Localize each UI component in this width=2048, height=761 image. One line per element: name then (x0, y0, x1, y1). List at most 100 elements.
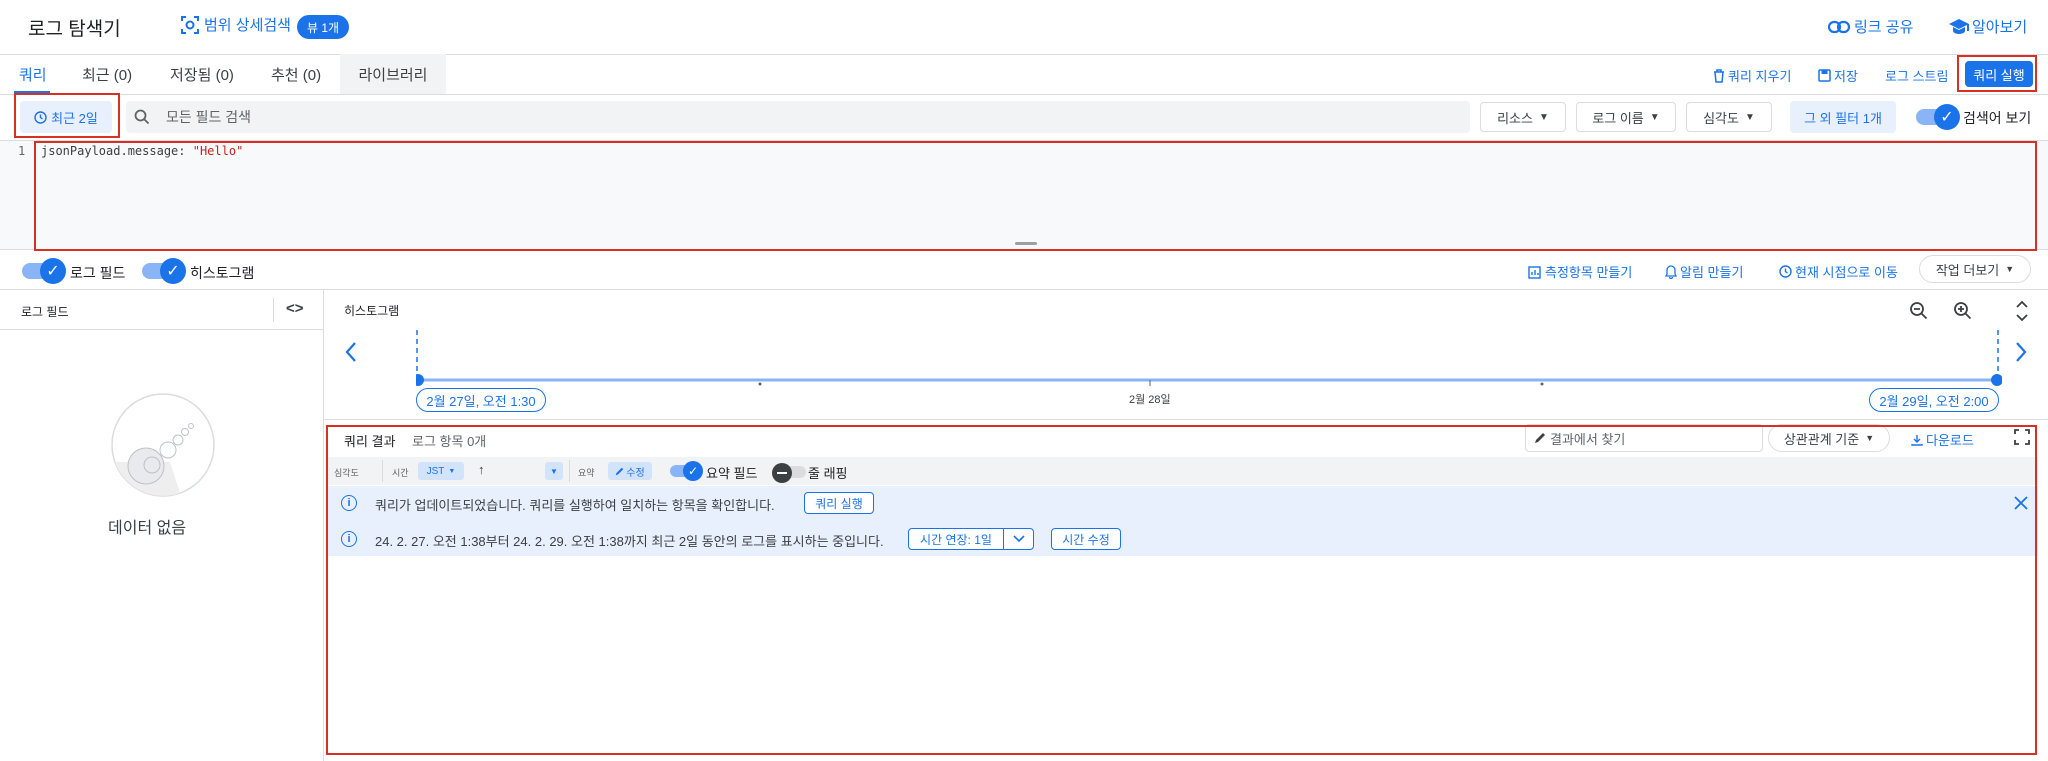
tab-recent-label: 최근 (0) (82, 66, 133, 84)
notice-time-range-text: 24. 2. 27. 오전 1:38부터 24. 2. 29. 오전 1:38까… (375, 534, 884, 549)
create-metric-button[interactable]: 측정항목 만들기 (1528, 262, 1632, 281)
col-time: 시간 (392, 468, 409, 478)
log-name-dropdown[interactable]: 로그 이름 ▼ (1576, 102, 1676, 132)
time-range-button[interactable]: 최근 2일 (20, 101, 112, 133)
severity-dropdown[interactable]: 심각도 ▼ (1686, 102, 1772, 132)
empty-state-illustration (110, 392, 216, 501)
show-query-label: 검색어 보기 (1963, 110, 2032, 126)
check-icon: ✓ (160, 258, 186, 284)
pencil-icon (615, 467, 624, 476)
severity-label: 심각도 (1703, 110, 1739, 126)
timezone-label: JST (426, 465, 445, 477)
add-chart-icon (1528, 265, 1542, 279)
log-fields-panel-title: 로그 필드 (21, 305, 69, 319)
summary-fields-label: 요약 필드 (706, 466, 758, 481)
resource-dropdown[interactable]: 리소스 ▼ (1480, 102, 1566, 132)
share-link-label: 링크 공유 (1854, 19, 1914, 36)
check-icon: ✓ (1934, 104, 1960, 130)
zoom-in-icon[interactable] (1953, 301, 1973, 324)
extend-time-button[interactable]: 시간 연장: 1일 (908, 528, 1034, 550)
learn-button[interactable]: 알아보기 (1948, 16, 2027, 37)
query-editor[interactable] (0, 140, 2048, 250)
line-number: 1 (18, 144, 26, 158)
clear-query-button[interactable]: 쿼리 지우기 (1713, 66, 1791, 85)
histogram-next-icon[interactable] (2014, 341, 2028, 366)
time-column-menu[interactable]: ▼ (545, 462, 563, 480)
more-actions-button[interactable]: 작업 더보기 ▼ (1919, 255, 2031, 283)
scope-search-button[interactable]: 범위 상세검색 (180, 14, 291, 35)
line-wrap-toggle[interactable] (772, 463, 806, 483)
close-notice-icon[interactable] (2013, 495, 2029, 514)
tab-library[interactable]: 라이브러리 (340, 54, 446, 94)
tab-suggested[interactable]: 추천 (0) (271, 54, 321, 94)
app-title: 로그 탐색기 (28, 19, 121, 40)
resource-label: 리소스 (1497, 110, 1533, 126)
jump-to-now-label: 현재 시점으로 이동 (1795, 265, 1898, 280)
zoom-out-icon[interactable] (1909, 301, 1929, 324)
edit-time-button[interactable]: 시간 수정 (1051, 528, 1121, 550)
tab-recent[interactable]: 최근 (0) (82, 54, 132, 94)
query-text[interactable]: jsonPayload.message: "Hello" (41, 144, 243, 158)
col-severity: 심각도 (334, 468, 359, 478)
log-name-label: 로그 이름 (1592, 110, 1644, 126)
download-button[interactable]: 다운로드 (1911, 430, 1974, 449)
tab-query-label: 쿼리 (19, 66, 47, 84)
check-icon: ✓ (683, 461, 703, 481)
save-button[interactable]: 저장 (1818, 66, 1858, 85)
tab-saved[interactable]: 저장됨 (0) (170, 54, 234, 94)
results-count: 로그 항목 0개 (412, 434, 487, 449)
histogram-prev-icon[interactable] (344, 341, 358, 366)
scope-icon (180, 15, 200, 35)
editor-resize-handle[interactable] (1015, 242, 1037, 245)
code-toggle-icon[interactable]: <> (286, 300, 304, 317)
school-icon (1948, 18, 1970, 36)
sort-dropdown[interactable]: 상관관계 기준 ▼ (1768, 424, 1890, 452)
pencil-icon (1534, 432, 1546, 444)
clear-query-label: 쿼리 지우기 (1728, 69, 1792, 84)
share-link-button[interactable]: 링크 공유 (1828, 16, 1913, 37)
histogram-end-chip[interactable]: 2월 29일, 오전 2:00 (1869, 388, 1999, 412)
view-badge[interactable]: 뷰 1개 (297, 15, 350, 39)
check-icon: ✓ (40, 258, 66, 284)
empty-state-text: 데이터 없음 (108, 520, 187, 537)
clock-icon (1779, 265, 1792, 278)
histogram-start-chip[interactable]: 2월 27일, 오전 1:30 (416, 388, 546, 412)
histogram-toggle-label: 히스토그램 (190, 265, 255, 281)
sort-ascending-icon[interactable]: ↑ (478, 462, 485, 477)
timezone-dropdown[interactable]: JST ▼ (418, 462, 464, 480)
show-query-toggle[interactable]: ✓ (1916, 104, 1960, 130)
stream-logs-button[interactable]: 로그 스트림 (1885, 66, 1948, 85)
caret-down-icon: ▼ (1538, 111, 1549, 123)
extend-time-label: 시간 연장: 1일 (920, 532, 992, 547)
link-icon (1828, 20, 1850, 34)
learn-label: 알아보기 (1972, 19, 2028, 36)
other-filters-button[interactable]: 그 외 필터 1개 (1790, 101, 1896, 133)
find-in-results-placeholder: 결과에서 찾기 (1550, 431, 1626, 447)
save-label: 저장 (1834, 69, 1858, 84)
notice-query-updated-text: 쿼리가 업데이트되었습니다. 쿼리를 실행하여 일치하는 항목을 확인합니다. (375, 498, 775, 513)
caret-down-icon: ▼ (2005, 264, 2015, 274)
tab-query[interactable]: 쿼리 (19, 54, 47, 94)
histogram-toggle[interactable]: ✓ (142, 258, 186, 284)
create-alert-label: 알림 만들기 (1680, 265, 1744, 280)
chevron-down-icon[interactable] (1003, 529, 1033, 549)
run-query-button[interactable]: 쿼리 실행 (1965, 61, 2033, 87)
fullscreen-icon[interactable] (2014, 429, 2030, 448)
create-alert-button[interactable]: 알림 만들기 (1665, 262, 1743, 281)
expand-collapse-icon[interactable] (2015, 300, 2029, 325)
tab-saved-label: 저장됨 (0) (170, 66, 234, 84)
find-in-results-input[interactable]: 결과에서 찾기 (1525, 424, 1763, 452)
info-icon: i (341, 531, 357, 547)
info-icon: i (341, 495, 357, 511)
log-fields-toggle[interactable]: ✓ (22, 258, 66, 284)
create-metric-label: 측정항목 만들기 (1545, 265, 1633, 280)
notice-run-query-button[interactable]: 쿼리 실행 (804, 492, 874, 514)
summary-fields-toggle[interactable]: ✓ (670, 461, 703, 481)
sort-label: 상관관계 기준 (1783, 431, 1860, 447)
edit-summary-label: 수정 (626, 467, 645, 479)
edit-summary-button[interactable]: 수정 (608, 462, 652, 480)
search-all-fields-input[interactable]: 모든 필드 검색 (126, 101, 1470, 133)
jump-to-now-button[interactable]: 현재 시점으로 이동 (1779, 262, 1898, 281)
col-summary: 요약 (578, 468, 595, 478)
tab-library-label: 라이브러리 (358, 66, 428, 84)
